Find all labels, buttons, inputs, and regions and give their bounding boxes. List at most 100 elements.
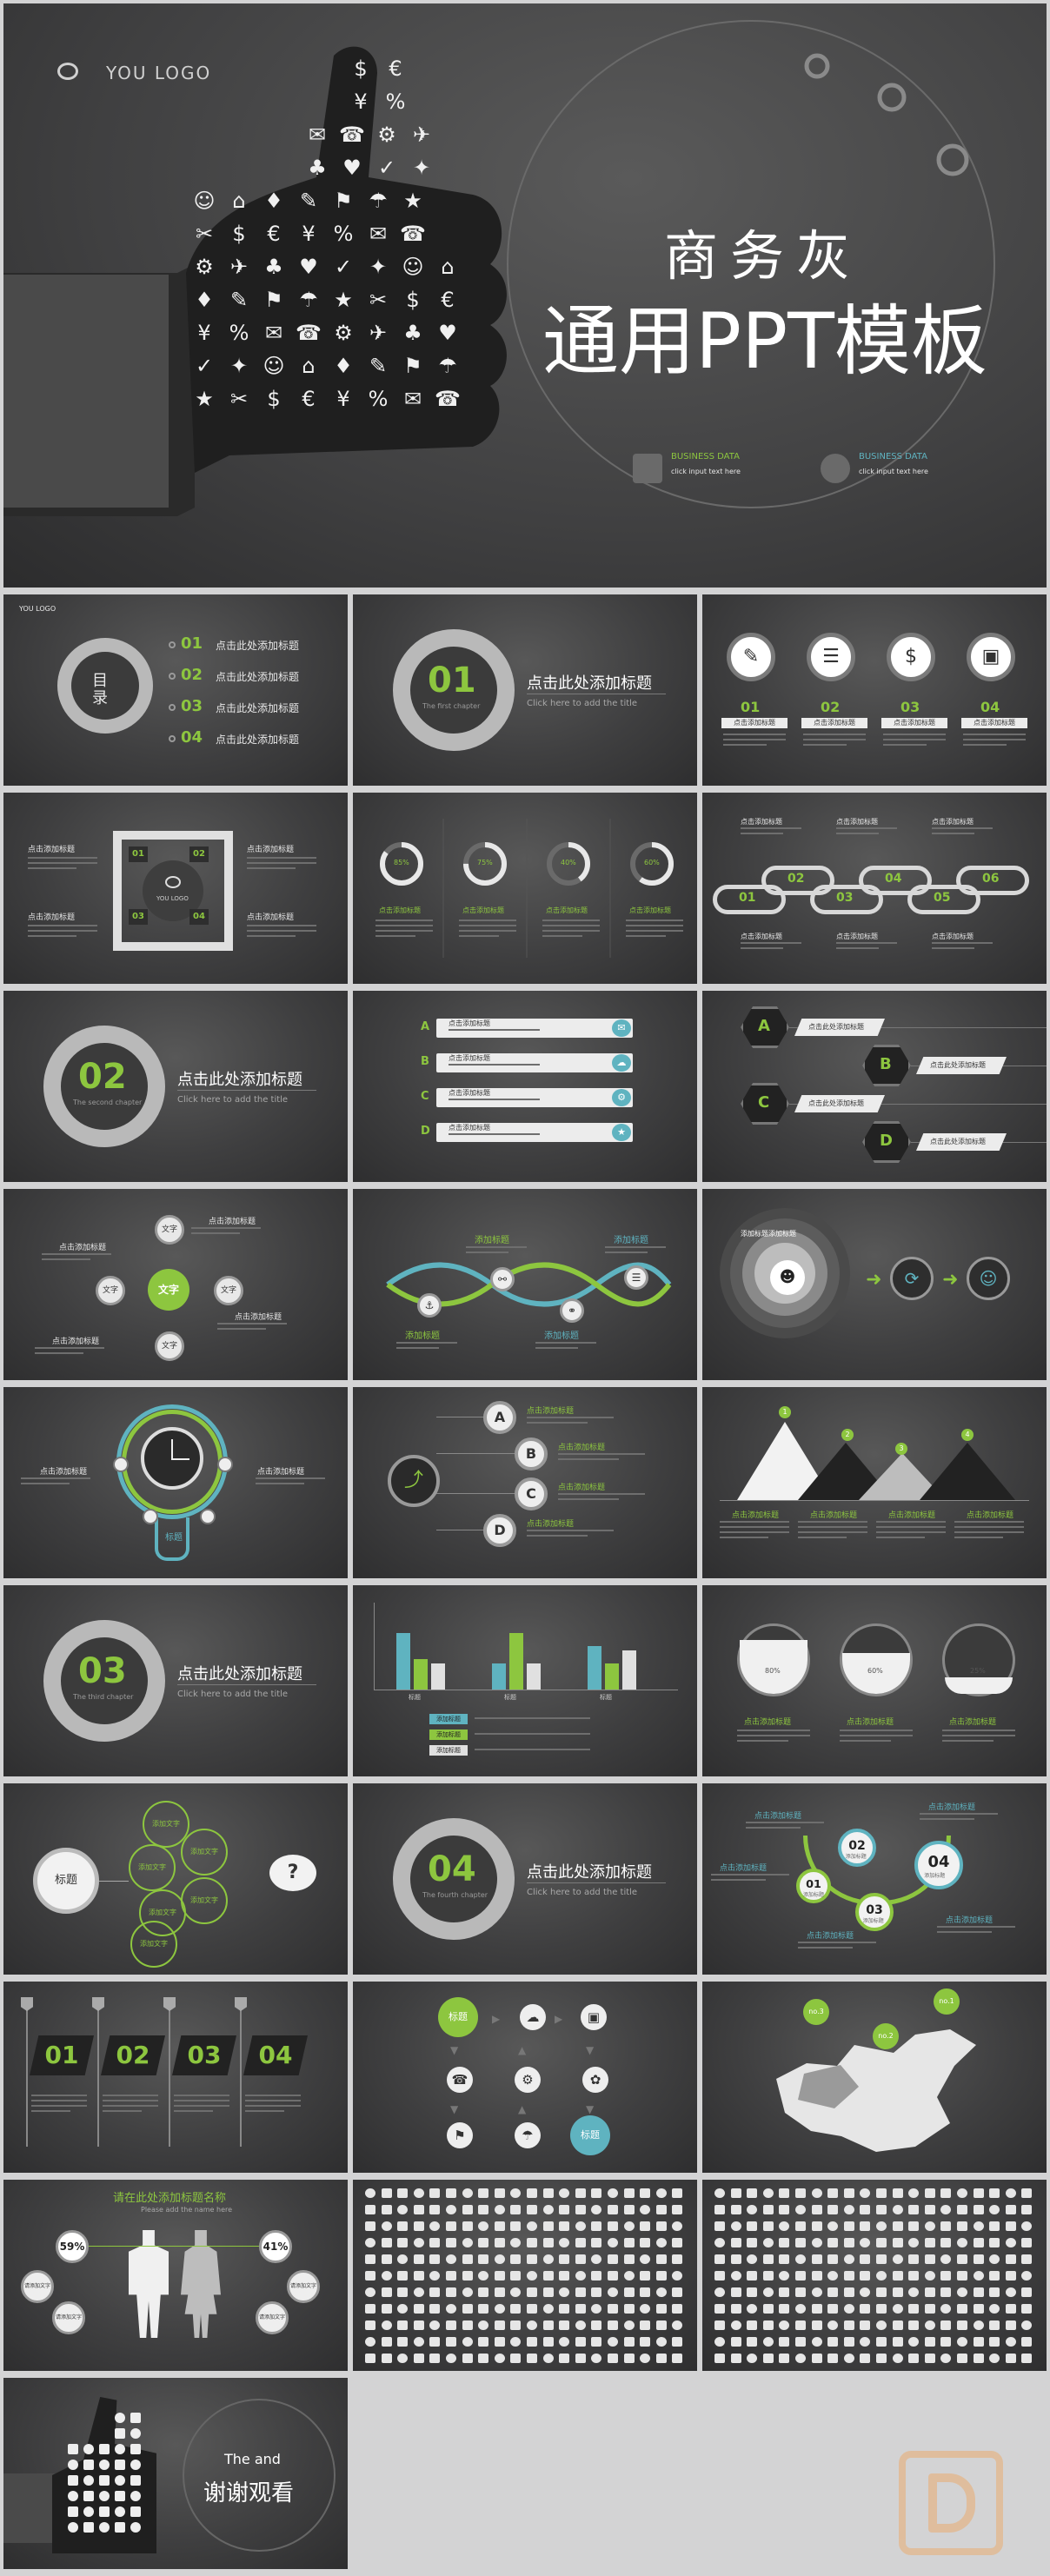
info-bubble: 请添加文字 <box>52 2301 85 2334</box>
library-icon <box>908 2254 920 2264</box>
library-icon <box>542 2238 554 2247</box>
business-icon: ☎ <box>435 387 461 411</box>
library-icon <box>762 2354 774 2363</box>
library-icon <box>623 2221 635 2231</box>
icon-flow-slide[interactable]: 标题 标题 ☁ ▣ ☎ ⚙ ✿ ⚑ ☂ ▶ ▶ ▼ ▲ ▼ ▼ ▲ ▼ <box>353 1982 697 2173</box>
library-icon <box>575 2354 586 2363</box>
sleeve <box>3 2473 56 2543</box>
hand-icon <box>115 2506 125 2517</box>
library-icon <box>413 2188 424 2198</box>
donut-progress-slide[interactable]: 85% 点击添加标题 75% 点击添加标题 40% 点击添加标题 60% 点击添加标题 <box>353 793 697 984</box>
target-flow-slide[interactable]: ☻ 添加标题添加标题 ➜ ⟳ ➜ ☺ <box>702 1189 1047 1380</box>
library-icon <box>973 2337 984 2347</box>
library-icon <box>876 2354 887 2363</box>
library-icon <box>655 2287 667 2297</box>
abcd-circles-slide[interactable]: ⤴ A 点击添加标题 B 点击添加标题 C 点击添加标题 D 点击添加标题 <box>353 1387 697 1578</box>
list-icon: ✉ <box>612 1019 631 1037</box>
library-icon <box>876 2304 887 2314</box>
bubbles-slide[interactable]: 标题 添加文字 添加文字 添加文字 添加文字 添加文字 添加文字? <box>3 1783 348 1975</box>
library-icon <box>365 2337 375 2347</box>
library-icon <box>429 2287 441 2297</box>
library-icon <box>1005 2337 1016 2347</box>
abcd-circle-desc <box>558 1458 619 1460</box>
people-ratio-slide[interactable]: 请在此处添加标题名称 Please add the name here 59% 41%… <box>3 2180 348 2371</box>
chapter-slide-01[interactable]: 01 The first chapter 点击此处添加标题 Click here to… <box>353 594 697 786</box>
quad-frame-slide[interactable]: YOU LOGO 01 02 03 04 点击添加标题 点击添加标题 点击添加标题 点击添加标题 <box>3 793 348 984</box>
toc-slide[interactable]: YOU LOGO 目录 01 点击此处添加标题 02 点击此处添加标题 03 点击此处添加… <box>3 594 348 786</box>
library-icon <box>381 2304 392 2314</box>
toc-logo: YOU LOGO <box>19 605 56 613</box>
small-bubble: 添加文字 <box>129 1844 176 1891</box>
library-icon <box>510 2287 522 2297</box>
library-icon <box>957 2320 967 2330</box>
wave-slide[interactable]: ⚓ ⚯ ⚭ ☰ 添加标题 添加标题 添加标题 添加标题 <box>353 1189 697 1380</box>
icon-library-slide-1[interactable] <box>353 2180 697 2371</box>
library-icon <box>446 2238 456 2247</box>
list-letter: B <box>421 1055 429 1068</box>
hand-icon <box>99 2491 110 2501</box>
clock-hand <box>172 1458 189 1460</box>
parallelogram-slide[interactable]: 01 02 03 04 <box>3 1982 348 2173</box>
library-icon <box>989 2337 1000 2347</box>
donut-svg <box>380 819 674 958</box>
quad-desc <box>247 867 296 869</box>
library-icon <box>1005 2205 1016 2214</box>
quad-desc <box>28 862 97 864</box>
steps-slide[interactable]: 01 添加标题 02 添加标题 03 添加标题 04 添加标题 点击添加标题 点击添加标题 点击添加… <box>702 1783 1047 1975</box>
business-icon: ♣ <box>403 321 422 345</box>
list-desc <box>449 1099 540 1100</box>
hub-desc <box>217 1328 266 1330</box>
hex-label: 点击此处添加标题 <box>930 1061 986 1069</box>
library-icon <box>957 2287 967 2297</box>
four-icons-slide[interactable]: ✎ 01 点击添加标题 ☰ 02 点击添加标题 $03 点击添加标题 ▣ 04 点击添加标题 <box>702 594 1047 786</box>
library-icon <box>365 2304 375 2314</box>
chain-label: 点击添加标题 <box>741 933 782 940</box>
chapter-slide-02[interactable]: 02 The second chapter 点击此处添加标题 Click here t… <box>3 991 348 1182</box>
mountain-desc <box>954 1521 1024 1523</box>
wave-label: 添加标题 <box>614 1236 648 1245</box>
abcd-list-slide[interactable]: A 点击添加标题 ✉ B 点击添加标题 ☁ C 点击添加标题 ⚙ D 点击添加标题 ★ <box>353 991 697 1182</box>
quad-number: 01 <box>129 846 148 862</box>
library-icon <box>608 2205 618 2214</box>
chain-links-slide[interactable]: 01 02 03 04 05 06 点击添加标题 点击添加标题 点击添加标题 点击添加标题 点击添加… <box>702 793 1047 984</box>
library-icon <box>860 2221 871 2231</box>
bowls-slide[interactable]: 80% 点击添加标题 60% 点击添加标题 25% 点击添加标题 <box>702 1585 1047 1776</box>
feature-desc <box>883 739 946 740</box>
chapter-slide-03[interactable]: 03 The third chapter 点击此处添加标题 Click here to… <box>3 1585 348 1776</box>
library-icon <box>989 2287 1000 2297</box>
people-subtitle: Please add the name here <box>141 2206 233 2214</box>
library-icon <box>730 2221 741 2231</box>
bowl-label: 点击添加标题 <box>949 1718 997 1727</box>
quad-desc <box>28 857 97 859</box>
library-icon <box>795 2320 806 2330</box>
library-icon <box>892 2205 903 2214</box>
library-icon <box>779 2238 790 2247</box>
hexagon-slide[interactable]: A 点击此处添加标题 B 点击此处添加标题 C 点击此处添加标题 D 点击此处添加标题 <box>702 991 1047 1182</box>
library-icon <box>811 2238 822 2247</box>
library-icon <box>762 2254 774 2264</box>
center-chart-icon: ⤴ <box>388 1455 440 1507</box>
library-icon <box>892 2354 903 2363</box>
wave-desc <box>605 1251 648 1253</box>
bar-chart-slide[interactable]: 标题 标题 标题 添加标题 添加标题 添加标题 <box>353 1585 697 1776</box>
map-slide[interactable]: no.3 no.2 no.1 <box>702 1982 1047 2173</box>
bulb-clock-slide[interactable]: 标题 点击添加标题 点击添加标题 <box>3 1387 348 1578</box>
step-circle: 04 <box>914 1841 963 1889</box>
target-label: 添加标题添加标题 <box>741 1230 796 1238</box>
hub-slide[interactable]: 文字 文字 文字 文字 文字 点击添加标题 点击添加标题 点击添加标题 点击添加标题 <box>3 1189 348 1380</box>
list-desc <box>449 1029 540 1031</box>
mountains-slide[interactable]: 1 2 3 4 点击添加标题 点击添加标题 点击添加标题 点击添加标题 <box>702 1387 1047 1578</box>
library-icon <box>940 2354 952 2363</box>
para-desc <box>103 2110 142 2112</box>
cover-slide[interactable]: YOU LOGO $ € ¥% ✉ ☎ ⚙ ✈ ♣ ♥ ✓ ✦ ☺ ⌂ ♦ ✎ ⚑ ☂ ★ ✂ $ € ¥% ✉ ☎ ⚙ ✈ ♣ ♥ ✓… <box>3 3 1047 588</box>
business-icon: ✎ <box>299 189 318 213</box>
end-slide[interactable]: The and 谢谢观看 <box>3 2378 348 2569</box>
library-icon <box>827 2337 839 2347</box>
bowl-label: 点击添加标题 <box>847 1718 894 1727</box>
toc-dot <box>169 704 176 711</box>
icon-library-slide-2[interactable] <box>702 2180 1047 2371</box>
flow-end: 标题 <box>570 2115 610 2155</box>
library-icon <box>1005 2304 1016 2314</box>
chapter-slide-04[interactable]: 04 The fourth chapter 点击此处添加标题 Click here t… <box>353 1783 697 1975</box>
library-icon <box>527 2287 537 2297</box>
